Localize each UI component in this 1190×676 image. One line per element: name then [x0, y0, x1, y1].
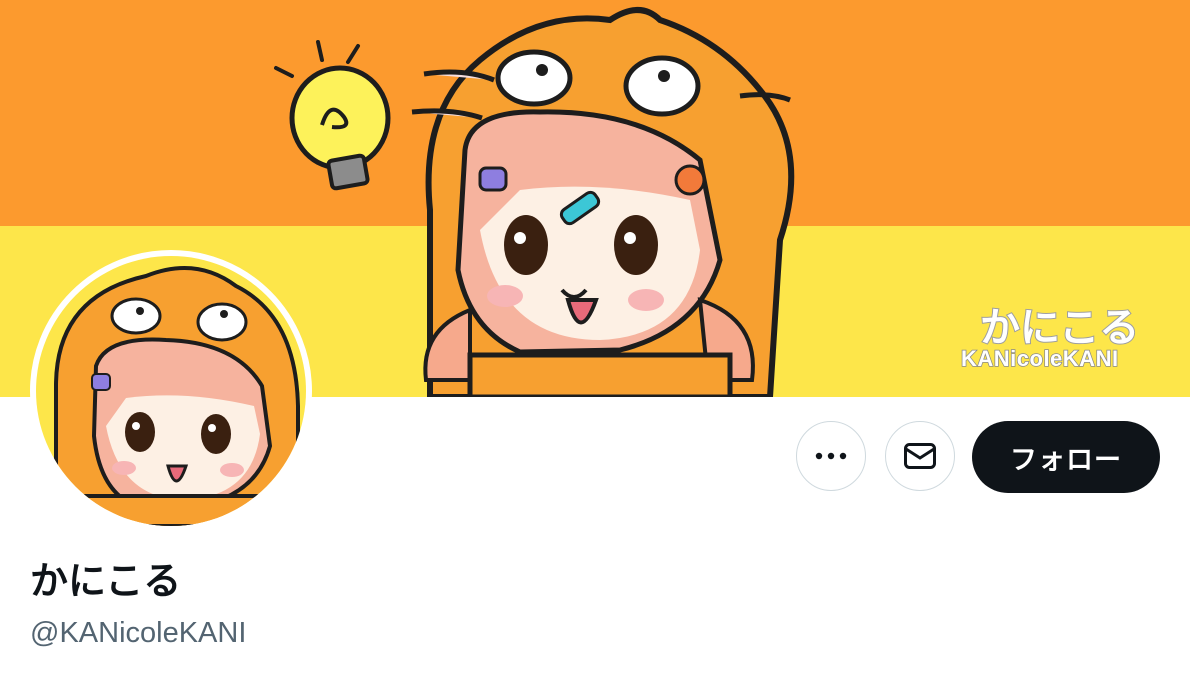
envelope-icon — [904, 443, 936, 469]
more-options-button[interactable] — [796, 421, 866, 491]
avatar-illustration — [36, 256, 306, 526]
message-button[interactable] — [885, 421, 955, 491]
display-name: かにこる — [30, 559, 182, 603]
banner-logo-jp: かにこる — [979, 304, 1140, 352]
more-horizontal-icon — [815, 452, 847, 460]
banner-logo-en: KANicoleKANI — [960, 345, 1119, 372]
user-handle: @KANicoleKANI — [30, 617, 247, 649]
profile-avatar[interactable] — [30, 250, 312, 532]
follow-button[interactable]: フォロー — [972, 421, 1160, 493]
character-illustration — [411, 7, 795, 397]
